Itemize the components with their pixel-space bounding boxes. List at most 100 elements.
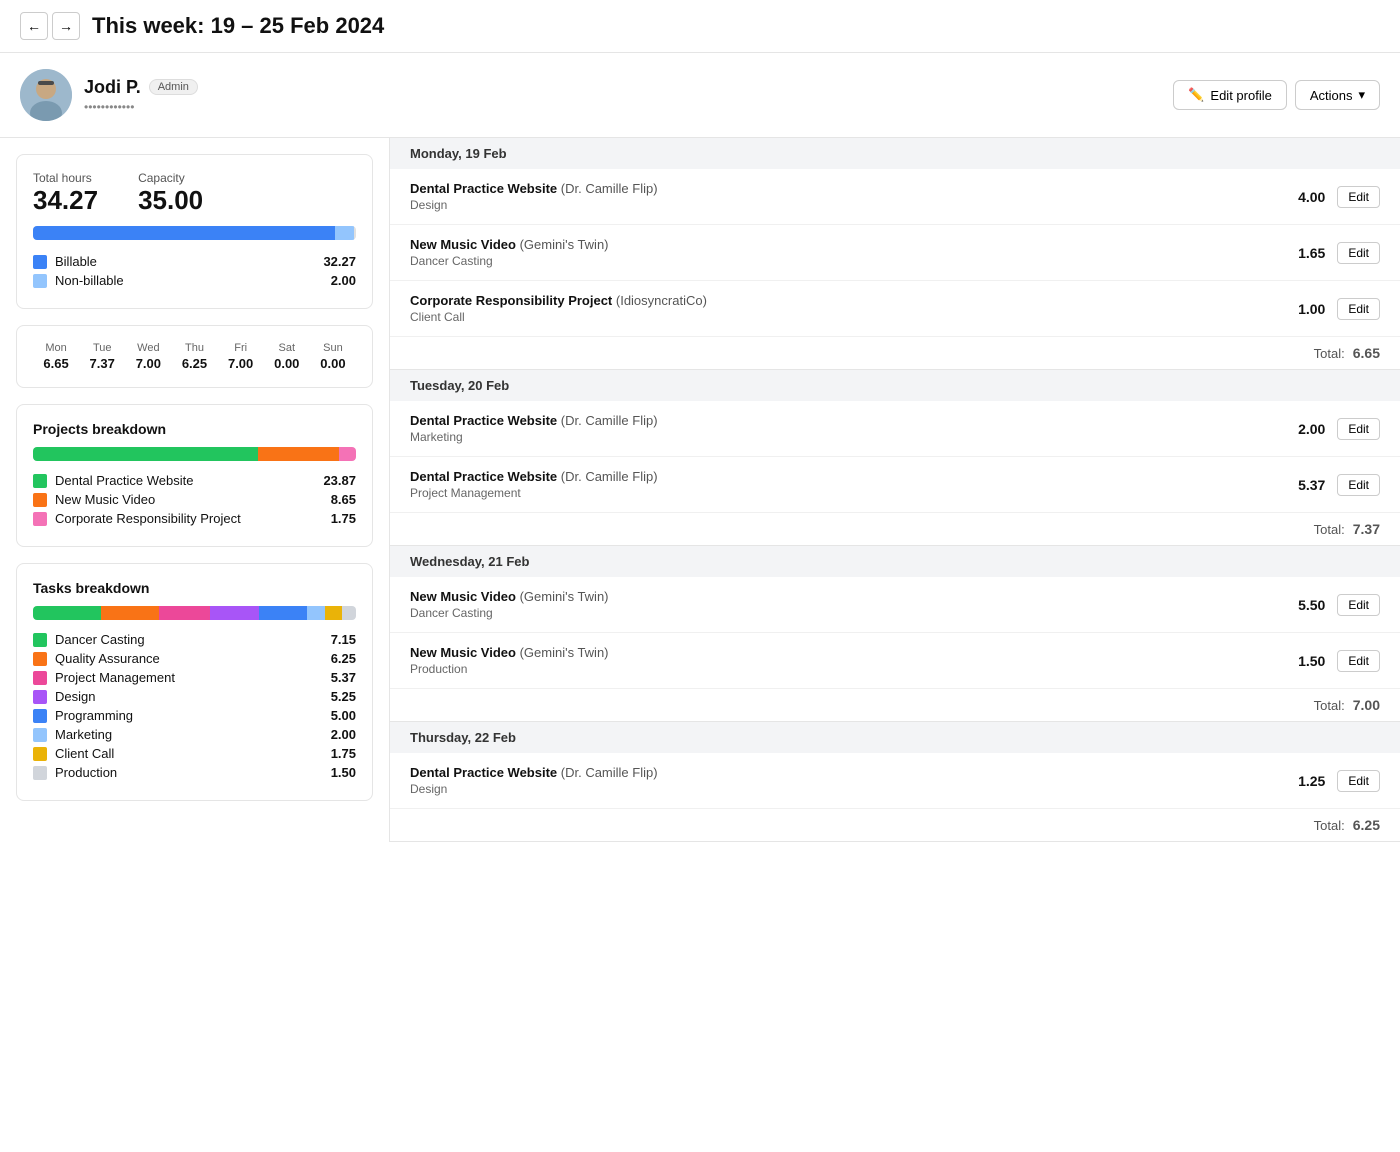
entry-task: Project Management bbox=[410, 486, 1285, 500]
edit-profile-button[interactable]: ✏️ Edit profile bbox=[1173, 80, 1287, 110]
day-header: Thursday, 22 Feb bbox=[390, 722, 1400, 753]
project-legend-row: New Music Video 8.65 bbox=[33, 492, 356, 507]
table-row: New Music Video (Gemini's Twin) Producti… bbox=[390, 633, 1400, 689]
task-dot bbox=[33, 652, 47, 666]
table-row: Corporate Responsibility Project (Idiosy… bbox=[390, 281, 1400, 337]
entry-task: Dancer Casting bbox=[410, 254, 1285, 268]
day-section: Tuesday, 20 Feb Dental Practice Website … bbox=[390, 370, 1400, 546]
day-name: Tue bbox=[79, 342, 125, 354]
task-bar-segment bbox=[307, 606, 326, 620]
day-total-row: Total:6.65 bbox=[390, 337, 1400, 370]
edit-entry-button[interactable]: Edit bbox=[1337, 242, 1380, 264]
user-bar: Jodi P. Admin •••••••••••• ✏️ Edit profi… bbox=[0, 53, 1400, 138]
entry-hours: 4.00 bbox=[1285, 189, 1325, 205]
prev-week-button[interactable]: ← bbox=[20, 12, 48, 40]
tasks-card: Tasks breakdown Dancer Casting7.15Qualit… bbox=[16, 563, 373, 801]
project-legend-row: Corporate Responsibility Project1.75 bbox=[33, 511, 356, 526]
task-name: Project Management bbox=[55, 670, 175, 685]
day-col-mon: Mon6.65 bbox=[33, 342, 79, 371]
edit-entry-button[interactable]: Edit bbox=[1337, 770, 1380, 792]
task-dot bbox=[33, 747, 47, 761]
project-value: 8.65 bbox=[331, 492, 356, 507]
entry-project: Dental Practice Website (Dr. Camille Fli… bbox=[410, 413, 1285, 428]
edit-entry-button[interactable]: Edit bbox=[1337, 474, 1380, 496]
edit-entry-button[interactable]: Edit bbox=[1337, 594, 1380, 616]
task-bar-segment bbox=[325, 606, 341, 620]
task-bar-segment bbox=[159, 606, 210, 620]
projects-legend: Dental Practice Website23.87New Music Vi… bbox=[33, 473, 356, 526]
capacity-label: Capacity bbox=[138, 171, 203, 185]
day-total-value: 6.25 bbox=[1353, 817, 1380, 833]
edit-entry-button[interactable]: Edit bbox=[1337, 650, 1380, 672]
day-section: Wednesday, 21 Feb New Music Video (Gemin… bbox=[390, 546, 1400, 722]
task-bar-segment bbox=[342, 606, 356, 620]
task-legend-row: Project Management5.37 bbox=[33, 670, 356, 685]
day-total-label: Total: bbox=[1314, 522, 1345, 537]
actions-label: Actions bbox=[1310, 88, 1353, 103]
day-total-value: 7.37 bbox=[1353, 521, 1380, 537]
task-dot bbox=[33, 728, 47, 742]
hours-card: Total hours 34.27 Capacity 35.00 Billabl… bbox=[16, 154, 373, 309]
entry-project: New Music Video (Gemini's Twin) bbox=[410, 589, 1285, 604]
task-legend-row: Production1.50 bbox=[33, 765, 356, 780]
task-value: 5.25 bbox=[331, 689, 356, 704]
task-name: Dancer Casting bbox=[55, 632, 145, 647]
task-legend-row: Client Call1.75 bbox=[33, 746, 356, 761]
day-header: Monday, 19 Feb bbox=[390, 138, 1400, 169]
project-name: New Music Video bbox=[55, 492, 155, 507]
projects-title: Projects breakdown bbox=[33, 421, 356, 437]
entry-hours: 5.50 bbox=[1285, 597, 1325, 613]
day-total-label: Total: bbox=[1314, 698, 1345, 713]
next-week-button[interactable]: → bbox=[52, 12, 80, 40]
day-header: Tuesday, 20 Feb bbox=[390, 370, 1400, 401]
days-card: Mon6.65Tue7.37Wed7.00Thu6.25Fri7.00Sat0.… bbox=[16, 325, 373, 388]
week-title: This week: 19 – 25 Feb 2024 bbox=[92, 13, 384, 39]
entry-hours: 1.00 bbox=[1285, 301, 1325, 317]
task-legend-row: Dancer Casting 7.15 bbox=[33, 632, 356, 647]
entry-info: Dental Practice Website (Dr. Camille Fli… bbox=[410, 765, 1285, 796]
entry-hours: 5.37 bbox=[1285, 477, 1325, 493]
entry-right: 1.00 Edit bbox=[1285, 298, 1380, 320]
day-section: Monday, 19 Feb Dental Practice Website (… bbox=[390, 138, 1400, 370]
task-value: 7.15 bbox=[331, 632, 356, 647]
task-dot bbox=[33, 709, 47, 723]
entry-task: Dancer Casting bbox=[410, 606, 1285, 620]
project-bar-segment bbox=[258, 447, 339, 461]
entry-project: New Music Video (Gemini's Twin) bbox=[410, 645, 1285, 660]
task-value: 2.00 bbox=[331, 727, 356, 742]
day-total-row: Total: 7.00 bbox=[390, 689, 1400, 722]
edit-entry-button[interactable]: Edit bbox=[1337, 186, 1380, 208]
user-info: Jodi P. Admin •••••••••••• bbox=[20, 69, 198, 121]
table-row: Dental Practice Website (Dr. Camille Fli… bbox=[390, 457, 1400, 513]
day-col-sun: Sun0.00 bbox=[310, 342, 356, 371]
table-row: New Music Video (Gemini's Twin) Dancer C… bbox=[390, 577, 1400, 633]
project-bar-segment bbox=[339, 447, 355, 461]
pencil-icon: ✏️ bbox=[1188, 87, 1204, 103]
project-dot bbox=[33, 512, 47, 526]
table-row: Dental Practice Website (Dr. Camille Fli… bbox=[390, 753, 1400, 809]
day-col-sat: Sat0.00 bbox=[264, 342, 310, 371]
project-dot bbox=[33, 474, 47, 488]
day-total-value: 6.65 bbox=[1353, 345, 1380, 361]
avatar bbox=[20, 69, 72, 121]
edit-entry-button[interactable]: Edit bbox=[1337, 418, 1380, 440]
right-panel: Monday, 19 Feb Dental Practice Website (… bbox=[390, 138, 1400, 842]
day-value: 7.00 bbox=[125, 356, 171, 371]
user-actions: ✏️ Edit profile Actions ▾ bbox=[1173, 80, 1380, 110]
edit-entry-button[interactable]: Edit bbox=[1337, 298, 1380, 320]
hours-progress-bar bbox=[33, 226, 356, 240]
capacity-value: 35.00 bbox=[138, 185, 203, 216]
day-col-thu: Thu6.25 bbox=[171, 342, 217, 371]
entry-client: (Dr. Camille Flip) bbox=[561, 765, 658, 780]
tasks-legend: Dancer Casting 7.15 Quality Assurance6.25 P… bbox=[33, 632, 356, 780]
day-value: 6.25 bbox=[171, 356, 217, 371]
billable-label: Billable bbox=[55, 254, 97, 269]
admin-badge: Admin bbox=[149, 79, 198, 95]
day-value: 6.65 bbox=[33, 356, 79, 371]
task-legend-row: Quality Assurance6.25 bbox=[33, 651, 356, 666]
actions-button[interactable]: Actions ▾ bbox=[1295, 80, 1380, 110]
projects-card: Projects breakdown Dental Practice Websi… bbox=[16, 404, 373, 547]
entry-task: Client Call bbox=[410, 310, 1285, 324]
nonbillable-legend: Non-billable 2.00 bbox=[33, 273, 356, 288]
day-total-value: 7.00 bbox=[1353, 697, 1380, 713]
